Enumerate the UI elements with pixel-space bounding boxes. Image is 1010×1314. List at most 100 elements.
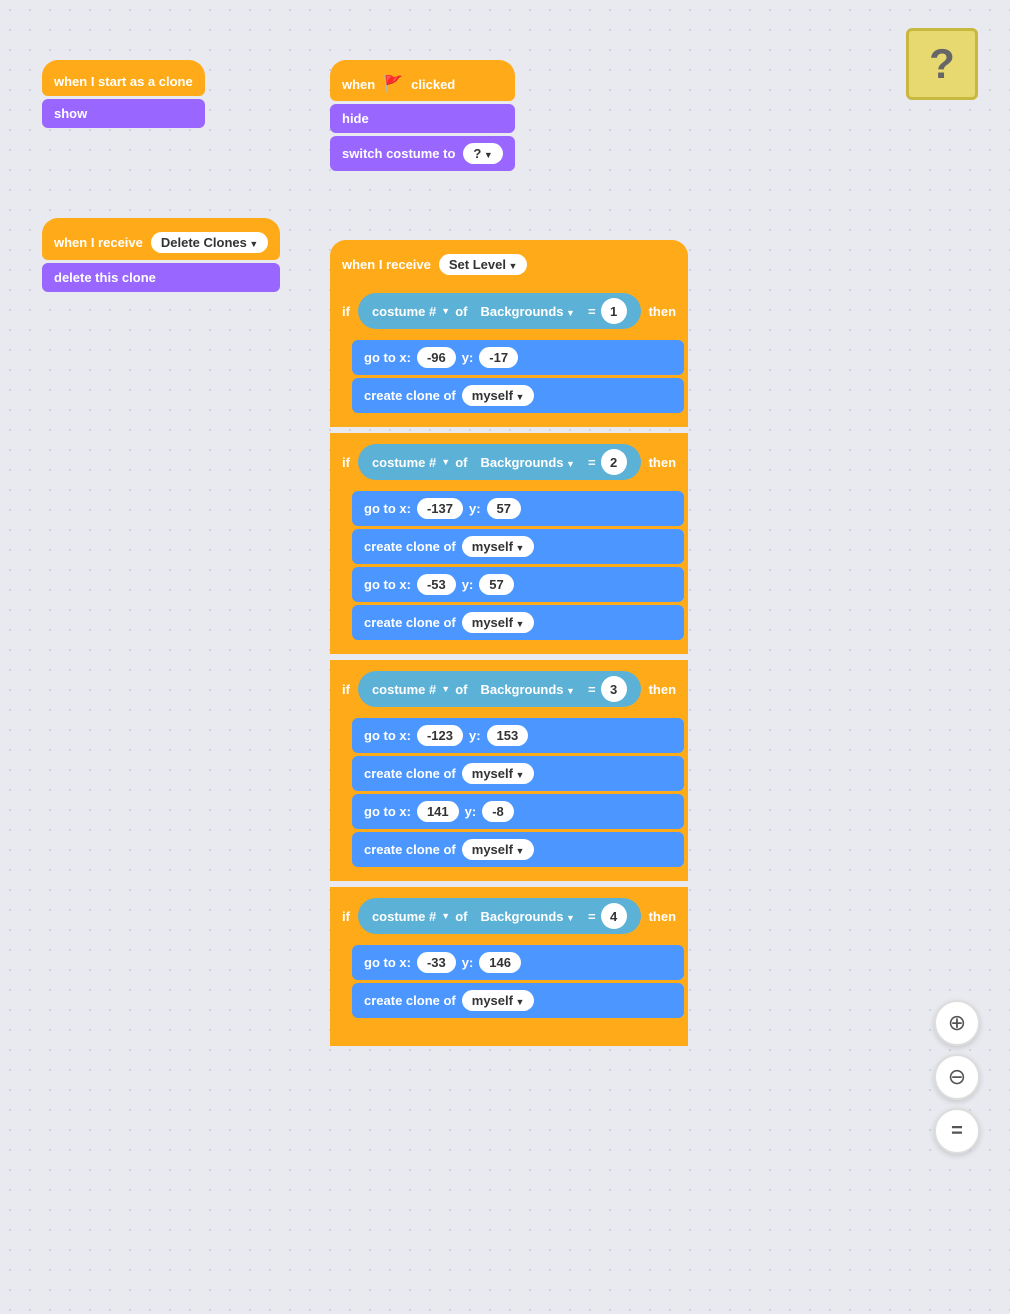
costume-hash-1: costume # xyxy=(372,304,436,319)
x-val-1: -96 xyxy=(417,347,456,368)
fit-button[interactable]: = xyxy=(934,1108,980,1154)
if-wrapper-3: if costume # ▼ of Backgrounds = 3 then g… xyxy=(330,660,688,881)
flag-icon: 🚩 xyxy=(383,74,403,94)
stack-when-start-clone: when I start as a clone show xyxy=(42,60,205,128)
when-receive-label2: when I receive xyxy=(342,257,431,272)
hat-when-start-clone: when I start as a clone xyxy=(42,60,205,96)
then-label-1: then xyxy=(649,304,676,319)
y-val-2a: 57 xyxy=(487,498,521,519)
myself-pill-3a[interactable]: myself xyxy=(462,763,535,784)
when-receive-label: when I receive xyxy=(54,235,143,250)
if-wrapper-4: if costume # ▼ of Backgrounds = 4 then g… xyxy=(330,887,688,1046)
y-label-3b: y: xyxy=(465,804,477,819)
create-clone-block-3b: create clone of myself xyxy=(352,832,684,867)
goto-x-label-2a: go to x: xyxy=(364,501,411,516)
create-clone-block-1: create clone of myself xyxy=(352,378,684,413)
myself-pill-4[interactable]: myself xyxy=(462,990,535,1011)
y-label-4: y: xyxy=(462,955,474,970)
equals-4: = xyxy=(588,909,596,924)
condition-4: costume # ▼ of Backgrounds = 4 xyxy=(358,898,641,934)
if-row-2: if costume # ▼ of Backgrounds = 2 then xyxy=(330,437,688,487)
num-bubble-4: 4 xyxy=(601,903,627,929)
x-val-3a: -123 xyxy=(417,725,463,746)
goto-x-label-3b: go to x: xyxy=(364,804,411,819)
sprite-question-mark: ? xyxy=(929,40,955,88)
of-label-2: of xyxy=(455,455,467,470)
costume-hash-arrow-2: ▼ xyxy=(441,457,450,467)
block-switch-costume: switch costume to ? xyxy=(330,136,515,171)
backgrounds-pill-4[interactable]: Backgrounds xyxy=(472,906,583,927)
x-val-2b: -53 xyxy=(417,574,456,595)
of-label-3: of xyxy=(455,682,467,697)
hat-bump2 xyxy=(54,218,94,234)
create-clone-label-2a: create clone of xyxy=(364,539,456,554)
costume-hash-arrow-1: ▼ xyxy=(441,306,450,316)
myself-pill-3b[interactable]: myself xyxy=(462,839,535,860)
stack-flag-clicked: when 🚩 clicked hide switch costume to ? xyxy=(330,60,515,171)
backgrounds-pill-2[interactable]: Backgrounds xyxy=(472,452,583,473)
backgrounds-pill-1[interactable]: Backgrounds xyxy=(472,301,583,322)
hat-bump xyxy=(54,60,94,76)
goto-x-label-1: go to x: xyxy=(364,350,411,365)
if-body-1: go to x: -96 y: -17 create clone of myse… xyxy=(330,336,688,417)
main-stack: when I receive Set Level if costume # ▼ … xyxy=(330,240,688,1046)
backgrounds-pill-3[interactable]: Backgrounds xyxy=(472,679,583,700)
myself-pill-2b[interactable]: myself xyxy=(462,612,535,633)
goto-block-4: go to x: -33 y: 146 xyxy=(352,945,684,980)
if-wrapper-2: if costume # ▼ of Backgrounds = 2 then g… xyxy=(330,433,688,654)
if-footer-1 xyxy=(330,417,688,427)
goto-block-3b: go to x: 141 y: -8 xyxy=(352,794,684,829)
condition-2: costume # ▼ of Backgrounds = 2 xyxy=(358,444,641,480)
then-label-3: then xyxy=(649,682,676,697)
x-val-3b: 141 xyxy=(417,801,459,822)
hat-bump4 xyxy=(342,240,382,256)
myself-pill-2a[interactable]: myself xyxy=(462,536,535,557)
then-label-2: then xyxy=(649,455,676,470)
if-body-3: go to x: -123 y: 153 create clone of mys… xyxy=(330,714,688,871)
myself-pill-1[interactable]: myself xyxy=(462,385,535,406)
then-label-4: then xyxy=(649,909,676,924)
zoom-in-button[interactable]: ⊕ xyxy=(934,1000,980,1046)
create-clone-label-1: create clone of xyxy=(364,388,456,403)
if-wrapper-1: if costume # ▼ of Backgrounds = 1 then g… xyxy=(330,282,688,427)
hat-set-level: when I receive Set Level xyxy=(330,240,688,282)
num-bubble-3: 3 xyxy=(601,676,627,702)
of-label-1: of xyxy=(455,304,467,319)
of-label-4: of xyxy=(455,909,467,924)
if-row-1: if costume # ▼ of Backgrounds = 1 then xyxy=(330,286,688,336)
costume-value-pill[interactable]: ? xyxy=(463,143,502,164)
create-clone-block-2b: create clone of myself xyxy=(352,605,684,640)
zoom-out-icon: ⊖ xyxy=(948,1064,966,1090)
when-start-clone-label: when I start as a clone xyxy=(54,74,193,89)
costume-hash-4: costume # xyxy=(372,909,436,924)
create-clone-block-4: create clone of myself xyxy=(352,983,684,1018)
num-bubble-1: 1 xyxy=(601,298,627,324)
delete-clones-pill[interactable]: Delete Clones xyxy=(151,232,268,253)
sprite-thumbnail: ? xyxy=(906,28,978,100)
y-label-2a: y: xyxy=(469,501,481,516)
create-clone-label-2b: create clone of xyxy=(364,615,456,630)
hide-label: hide xyxy=(342,111,369,126)
block-hide: hide xyxy=(330,104,515,133)
hat-when-receive-delete: when I receive Delete Clones xyxy=(42,218,280,260)
costume-hash-arrow-4: ▼ xyxy=(441,911,450,921)
equals-3: = xyxy=(588,682,596,697)
condition-1: costume # ▼ of Backgrounds = 1 xyxy=(358,293,641,329)
zoom-out-button[interactable]: ⊖ xyxy=(934,1054,980,1100)
switch-costume-label: switch costume to xyxy=(342,146,455,161)
set-level-pill[interactable]: Set Level xyxy=(439,254,528,275)
hat-bump3 xyxy=(342,60,382,76)
x-val-4: -33 xyxy=(417,952,456,973)
goto-x-label-2b: go to x: xyxy=(364,577,411,592)
goto-x-label-3a: go to x: xyxy=(364,728,411,743)
y-val-2b: 57 xyxy=(479,574,513,595)
if-body-2: go to x: -137 y: 57 create clone of myse… xyxy=(330,487,688,644)
create-clone-block-3a: create clone of myself xyxy=(352,756,684,791)
equals-2: = xyxy=(588,455,596,470)
y-label-1: y: xyxy=(462,350,474,365)
if-label-2: if xyxy=(342,455,350,470)
num-bubble-2: 2 xyxy=(601,449,627,475)
y-val-3a: 153 xyxy=(487,725,529,746)
stack-delete-clones: when I receive Delete Clones delete this… xyxy=(42,218,280,292)
create-clone-label-3a: create clone of xyxy=(364,766,456,781)
